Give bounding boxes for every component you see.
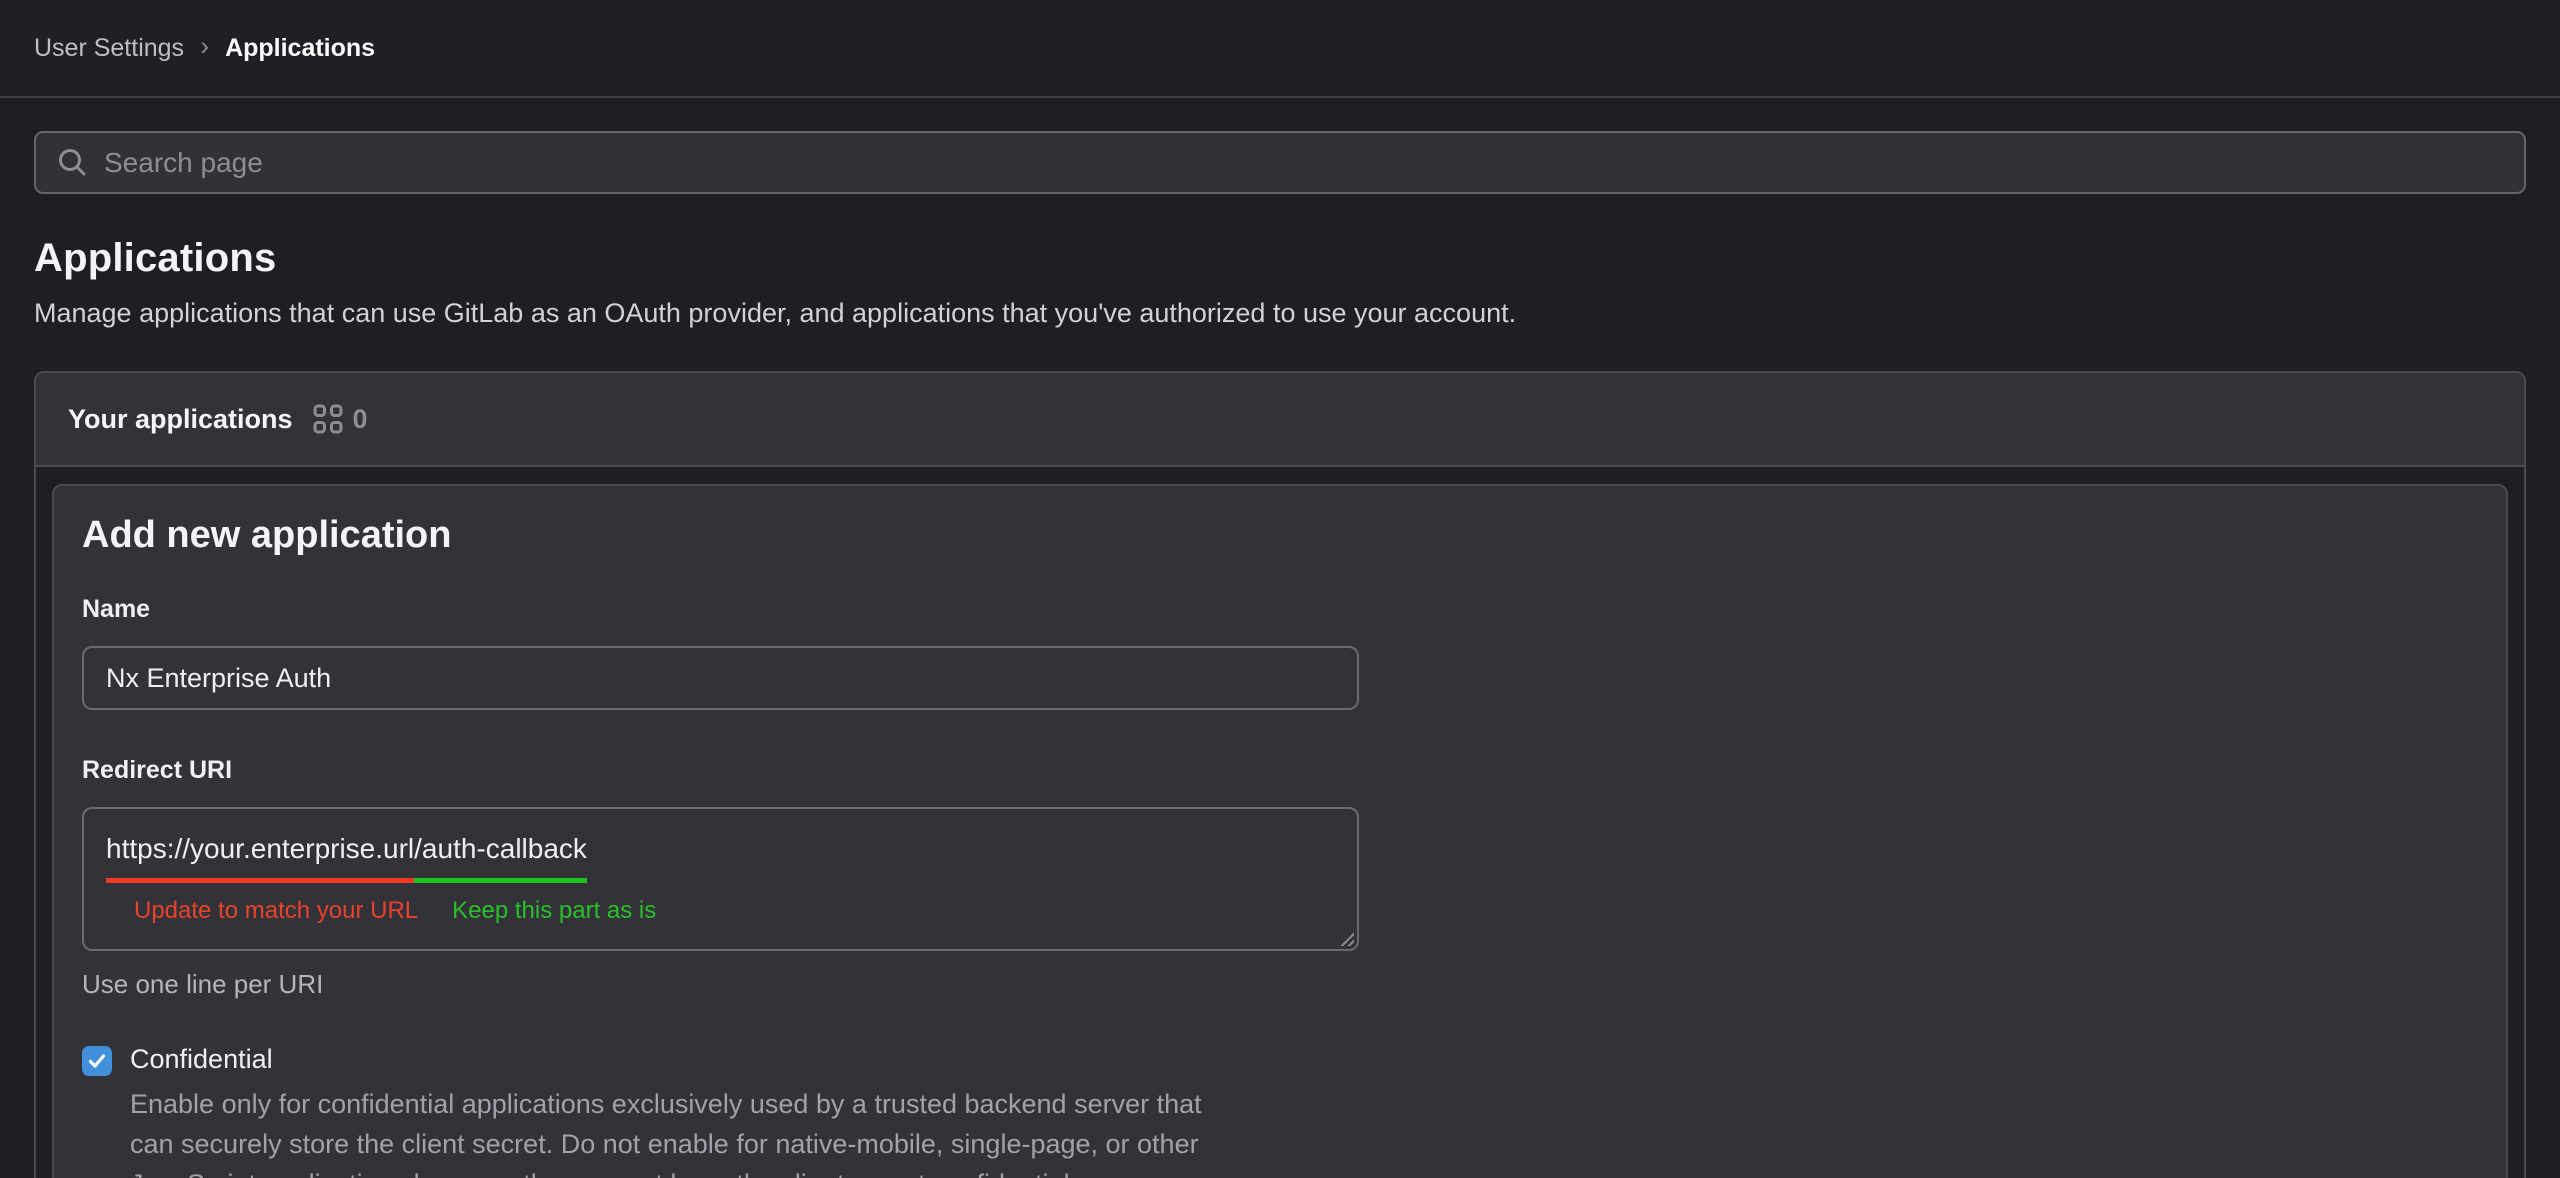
checkmark-icon <box>87 1051 107 1071</box>
name-field-label: Name <box>82 595 2478 624</box>
breadcrumb-applications: Applications <box>225 34 375 63</box>
confidential-checkbox[interactable] <box>82 1046 112 1076</box>
redirect-uri-textarea[interactable]: https://your.enterprise.url/auth-callbac… <box>82 807 1359 951</box>
search-input[interactable] <box>104 147 2504 179</box>
annotation-update-url: Update to match your URL <box>134 897 418 925</box>
your-applications-body: Add new application Name Redirect URI ht… <box>36 467 2524 1178</box>
your-applications-section: Your applications 0 Add new application … <box>34 371 2526 1178</box>
redirect-uri-field-label: Redirect URI <box>82 756 2478 785</box>
redirect-uri-path-segment: /auth-callback <box>414 833 587 883</box>
chevron-right-icon: › <box>200 33 209 64</box>
confidential-checkbox-row: Confidential <box>82 1044 2478 1076</box>
top-navigation-bar: User Settings › Applications <box>0 0 2560 98</box>
confidential-description-line: Enable only for confidential application… <box>130 1084 2478 1124</box>
applications-grid-icon <box>313 404 343 434</box>
applications-count-badge: 0 <box>353 404 368 435</box>
textarea-resize-handle-icon[interactable] <box>1338 930 1354 946</box>
breadcrumb-user-settings[interactable]: User Settings <box>34 34 184 63</box>
redirect-uri-value: https://your.enterprise.url/auth-callbac… <box>106 833 1357 883</box>
page-title: Applications <box>34 236 2526 281</box>
breadcrumb: User Settings › Applications <box>34 33 375 64</box>
confidential-description: Enable only for confidential application… <box>130 1084 2478 1178</box>
confidential-description-line: JavaScript applications because they can… <box>130 1164 2478 1178</box>
redirect-uri-host-segment: https://your.enterprise.url <box>106 833 414 883</box>
main-content: Applications Manage applications that ca… <box>0 131 2560 1178</box>
add-new-application-card: Add new application Name Redirect URI ht… <box>52 484 2508 1178</box>
redirect-uri-help-text: Use one line per URI <box>82 969 2478 1000</box>
application-name-input[interactable] <box>82 646 1359 710</box>
confidential-checkbox-label[interactable]: Confidential <box>130 1044 273 1075</box>
redirect-uri-annotations: Update to match your URL Keep this part … <box>106 897 1357 925</box>
search-icon <box>56 146 90 180</box>
your-applications-header: Your applications 0 <box>36 373 2524 467</box>
search-box[interactable] <box>34 131 2526 194</box>
add-new-application-title: Add new application <box>82 514 2478 557</box>
confidential-description-line: can securely store the client secret. Do… <box>130 1124 2478 1164</box>
page-description: Manage applications that can use GitLab … <box>34 298 2526 329</box>
annotation-keep-path: Keep this part as is <box>452 897 656 925</box>
your-applications-title: Your applications <box>68 404 293 435</box>
